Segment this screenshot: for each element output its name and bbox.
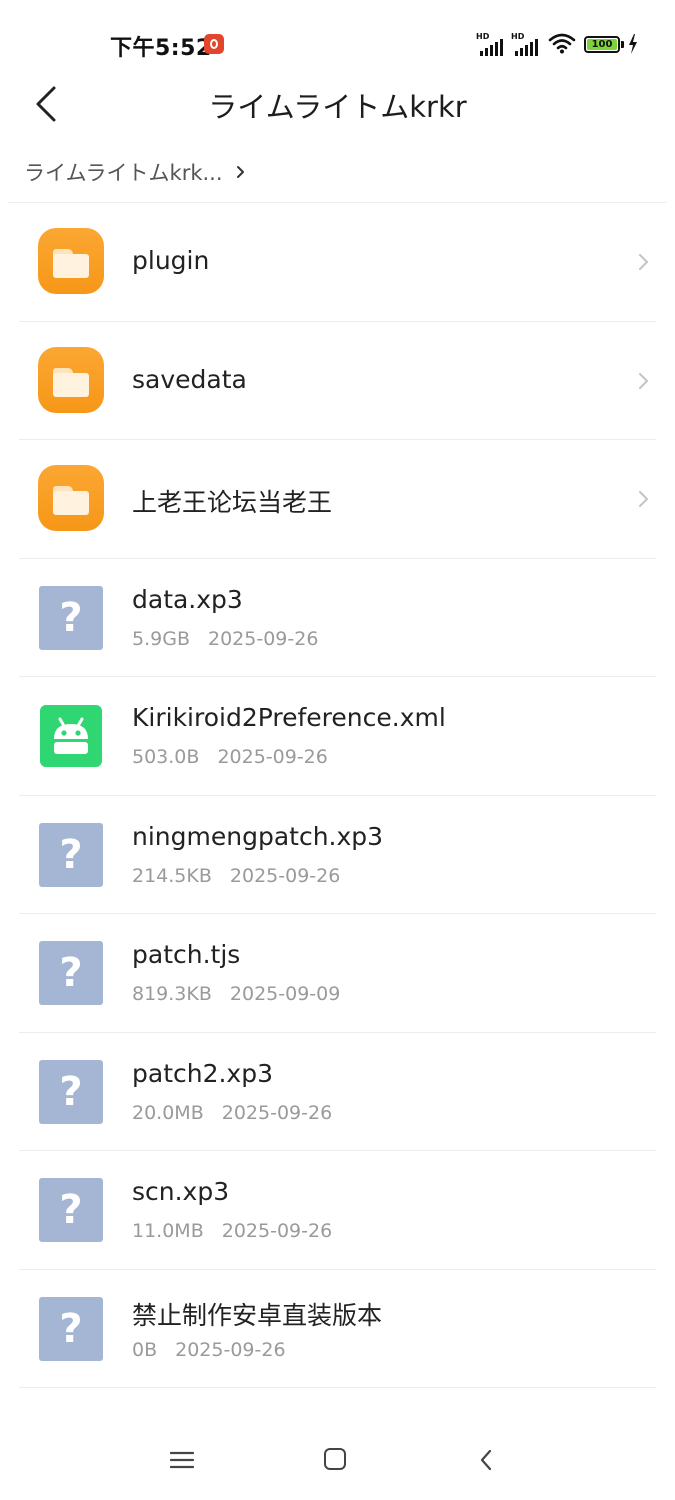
- file-row-ningmengpatch[interactable]: ? ningmengpatch.xp3 214.5KB 2025-09-26: [0, 796, 675, 914]
- folder-icon: [38, 346, 104, 413]
- breadcrumb[interactable]: ライムライトムkrk...: [24, 156, 245, 188]
- folder-row-savedata[interactable]: savedata: [0, 322, 675, 440]
- home-icon[interactable]: [324, 1448, 346, 1470]
- file-row-data-xp3[interactable]: ? data.xp3 5.9GB 2025-09-26: [0, 559, 675, 677]
- file-meta: 20.0MB 2025-09-26: [132, 1102, 332, 1124]
- file-meta: 819.3KB 2025-09-09: [132, 983, 340, 1005]
- charging-bolt-icon: [629, 34, 637, 54]
- android-icon: [40, 705, 102, 767]
- folder-icon: [38, 465, 104, 531]
- file-name: patch2.xp3: [132, 1058, 274, 1088]
- file-date: 2025-09-26: [221, 1220, 333, 1242]
- file-name: Kirikiroid2Preference.xml: [132, 703, 446, 732]
- signal-strength-icon: HD: [476, 32, 506, 56]
- file-name: ningmengpatch.xp3: [132, 821, 384, 851]
- file-meta: 5.9GB 2025-09-26: [132, 628, 318, 650]
- file-size: 0B: [132, 1338, 158, 1361]
- system-nav-bar: [0, 1420, 675, 1500]
- unknown-file-icon: ?: [39, 1059, 103, 1124]
- file-meta: 0B 2025-09-26: [132, 1339, 286, 1361]
- menu-icon[interactable]: [170, 1450, 194, 1470]
- unknown-file-icon: ?: [39, 941, 103, 1005]
- page-title: ライムライトムkrkr: [208, 90, 467, 124]
- file-date: 2025-09-26: [207, 627, 319, 650]
- unknown-file-icon: ?: [39, 585, 103, 650]
- breadcrumb-label: ライムライトムkrk...: [24, 161, 223, 185]
- folder-name: plugin: [132, 246, 210, 275]
- battery-level: 100: [591, 39, 613, 50]
- battery-tip: [621, 41, 624, 48]
- file-row-kirikiroid2preference[interactable]: Kirikiroid2Preference.xml 503.0B 2025-09-…: [0, 677, 675, 796]
- unknown-file-icon: ?: [39, 1178, 103, 1242]
- file-row-no-android-build[interactable]: ? 禁止制作安卓直装版本 0B 2025-09-26: [0, 1270, 675, 1388]
- chevron-right-icon: [236, 166, 244, 178]
- file-date: 2025-09-26: [229, 864, 341, 887]
- file-row-patch2-xp3[interactable]: ? patch2.xp3 20.0MB 2025-09-26: [0, 1033, 675, 1151]
- header: ライムライトムkrkr: [0, 80, 675, 130]
- file-row-scn-xp3[interactable]: ? scn.xp3 11.0MB 2025-09-26: [0, 1151, 675, 1270]
- file-name: 禁止制作安卓直装版本: [132, 1300, 383, 1330]
- folder-row-plugin[interactable]: plugin: [0, 203, 675, 322]
- notification-app-icon: [204, 34, 224, 54]
- file-meta: 503.0B 2025-09-26: [132, 746, 328, 768]
- file-name: patch.tjs: [132, 940, 241, 969]
- chevron-right-icon: [639, 491, 648, 507]
- folder-row-laowang[interactable]: 上老王论坛当老王: [0, 440, 675, 559]
- folder-icon: [38, 228, 104, 294]
- status-bar: 下午5:52 HD HD 100: [0, 0, 675, 90]
- file-size: 11.0MB: [132, 1220, 204, 1242]
- chevron-right-icon: [639, 372, 648, 389]
- file-size: 819.3KB: [132, 983, 212, 1005]
- back-icon[interactable]: [478, 1448, 494, 1472]
- file-list: plugin savedata 上老王论坛当老王 ? data.xp3 5.9G…: [0, 203, 675, 1388]
- file-name: data.xp3: [132, 584, 243, 614]
- folder-name: 上老王论坛当老王: [132, 488, 333, 517]
- file-date: 2025-09-26: [175, 1338, 286, 1361]
- file-size: 214.5KB: [132, 864, 212, 887]
- file-name: scn.xp3: [132, 1177, 230, 1206]
- file-meta: 214.5KB 2025-09-26: [132, 865, 340, 887]
- file-date: 2025-09-09: [229, 983, 341, 1005]
- unknown-file-icon: ?: [39, 822, 103, 887]
- signal-strength-icon: HD: [511, 32, 541, 56]
- folder-name: savedata: [132, 364, 247, 394]
- file-size: 20.0MB: [132, 1101, 204, 1124]
- wifi-icon: [548, 33, 576, 54]
- battery-icon: 100: [584, 36, 620, 53]
- file-date: 2025-09-26: [217, 746, 328, 768]
- file-date: 2025-09-26: [221, 1101, 333, 1124]
- file-size: 503.0B: [132, 746, 200, 768]
- file-size: 5.9GB: [132, 627, 190, 650]
- status-time: 下午5:52: [110, 36, 212, 61]
- chevron-right-icon: [639, 254, 648, 270]
- file-meta: 11.0MB 2025-09-26: [132, 1220, 332, 1242]
- unknown-file-icon: ?: [39, 1296, 103, 1361]
- file-row-patch-tjs[interactable]: ? patch.tjs 819.3KB 2025-09-09: [0, 914, 675, 1033]
